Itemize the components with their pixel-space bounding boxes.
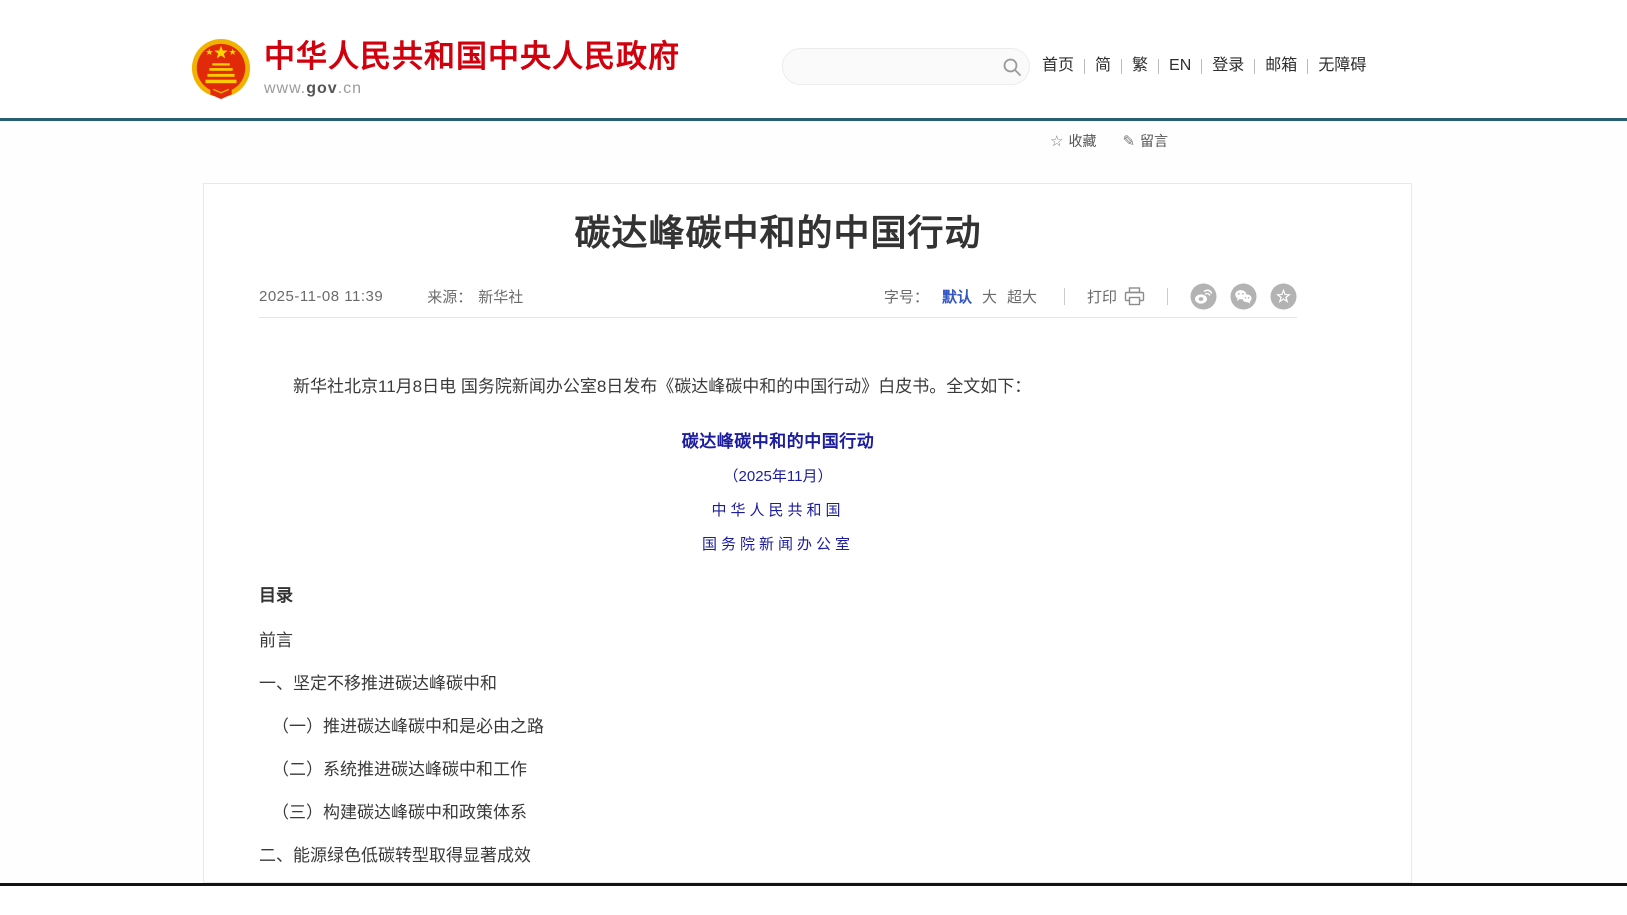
header-divider bbox=[0, 118, 1627, 121]
meta-separator bbox=[1064, 288, 1065, 305]
site-url-prefix: www. bbox=[264, 80, 306, 97]
nav-separator bbox=[1254, 59, 1255, 74]
font-size-large[interactable]: 大 bbox=[982, 286, 997, 307]
viewport-bottom-edge bbox=[0, 883, 1627, 886]
article-meta: 2025-11-08 11:39 来源： 新华社 字号： 默认 大 超大 打印 bbox=[259, 290, 1297, 318]
nav-separator bbox=[1158, 59, 1159, 74]
nav-item-home[interactable]: 首页 bbox=[1042, 54, 1074, 78]
nav-separator bbox=[1084, 59, 1085, 74]
article-card: 碳达峰碳中和的中国行动 2025-11-08 11:39 来源： 新华社 字号：… bbox=[203, 183, 1412, 883]
site-url-suffix: .cn bbox=[338, 80, 362, 97]
site-title[interactable]: 中华人民共和国中央人民政府 bbox=[264, 40, 680, 74]
page-actions: ☆ 收藏 ✎ 留言 bbox=[1050, 131, 1168, 151]
toc-item: 一、坚定不移推进碳达峰碳中和 bbox=[259, 675, 1297, 692]
printer-icon bbox=[1124, 287, 1145, 306]
meta-separator bbox=[1167, 288, 1168, 305]
nav-separator bbox=[1307, 59, 1308, 74]
document-heading: 碳达峰碳中和的中国行动 （2025年11月） 中华人民共和国 国务院新闻办公室 bbox=[259, 427, 1297, 554]
print-button[interactable]: 打印 bbox=[1087, 286, 1145, 307]
article-date: 2025-11-08 11:39 bbox=[259, 288, 383, 305]
nav-separator bbox=[1121, 59, 1122, 74]
nav-item-accessibility[interactable]: 无障碍 bbox=[1318, 54, 1366, 78]
document-date: （2025年11月） bbox=[259, 465, 1297, 486]
message-label: 留言 bbox=[1140, 131, 1168, 151]
bottom-whitespace bbox=[0, 886, 1627, 915]
search-icon bbox=[1002, 57, 1022, 77]
search-input[interactable] bbox=[801, 52, 1000, 82]
toc-item: 二、能源绿色低碳转型取得显著成效 bbox=[259, 847, 1297, 864]
toc-item: （一）推进碳达峰碳中和是必由之路 bbox=[259, 718, 1297, 735]
print-label: 打印 bbox=[1087, 286, 1117, 307]
brand-text: 中华人民共和国中央人民政府 www.gov.cn bbox=[264, 38, 680, 98]
document-org-line1: 中华人民共和国 bbox=[259, 499, 1297, 520]
nav-item-mail[interactable]: 邮箱 bbox=[1265, 54, 1297, 78]
site-url-domain: gov bbox=[306, 80, 337, 97]
national-emblem-icon bbox=[190, 38, 252, 102]
nav-item-traditional[interactable]: 繁 bbox=[1132, 54, 1148, 78]
meta-right: 字号： 默认 大 超大 打印 bbox=[884, 283, 1297, 310]
font-size-xlarge[interactable]: 超大 bbox=[1007, 286, 1037, 307]
font-size-default[interactable]: 默认 bbox=[942, 286, 972, 307]
site-logo-link[interactable]: 中华人民共和国中央人民政府 www.gov.cn bbox=[190, 38, 680, 102]
share-icons bbox=[1190, 283, 1297, 310]
nav-item-english[interactable]: EN bbox=[1169, 54, 1191, 78]
source-label: 来源： bbox=[427, 286, 472, 307]
toc-item: （三）构建碳达峰碳中和政策体系 bbox=[259, 804, 1297, 821]
page: 中华人民共和国中央人民政府 www.gov.cn 首页 简 繁 EN 登录 bbox=[0, 0, 1627, 915]
toc-item: （二）系统推进碳达峰碳中和工作 bbox=[259, 761, 1297, 778]
star-outline-icon: ☆ bbox=[1050, 132, 1063, 150]
favorite-label: 收藏 bbox=[1068, 131, 1096, 151]
message-button[interactable]: ✎ 留言 bbox=[1122, 131, 1168, 151]
document-org-line2: 国务院新闻办公室 bbox=[259, 533, 1297, 554]
top-nav: 首页 简 繁 EN 登录 邮箱 无障碍 bbox=[1042, 54, 1366, 78]
site-url: www.gov.cn bbox=[264, 80, 680, 98]
article-title: 碳达峰碳中和的中国行动 bbox=[259, 209, 1297, 257]
toc-title: 目录 bbox=[259, 581, 1297, 606]
search-box bbox=[782, 48, 1030, 85]
document-title: 碳达峰碳中和的中国行动 bbox=[259, 427, 1297, 452]
toc-item: 前言 bbox=[259, 632, 1297, 649]
nav-separator bbox=[1201, 59, 1202, 74]
article-source: 新华社 bbox=[478, 286, 523, 307]
wechat-share-icon[interactable] bbox=[1230, 283, 1257, 310]
nav-item-login[interactable]: 登录 bbox=[1212, 54, 1244, 78]
nav-item-simplified[interactable]: 简 bbox=[1095, 54, 1111, 78]
site-header: 中华人民共和国中央人民政府 www.gov.cn 首页 简 繁 EN 登录 bbox=[0, 0, 1627, 118]
meta-left: 2025-11-08 11:39 来源： 新华社 bbox=[259, 286, 523, 307]
star-share-icon[interactable] bbox=[1270, 283, 1297, 310]
search-button[interactable] bbox=[1000, 50, 1023, 84]
font-size-label: 字号： bbox=[884, 286, 929, 307]
favorite-button[interactable]: ☆ 收藏 bbox=[1050, 131, 1096, 151]
article-lead: 新华社北京11月8日电 国务院新闻办公室8日发布《碳达峰碳中和的中国行动》白皮书… bbox=[259, 373, 1297, 401]
pencil-icon: ✎ bbox=[1122, 132, 1135, 150]
weibo-share-icon[interactable] bbox=[1190, 283, 1217, 310]
